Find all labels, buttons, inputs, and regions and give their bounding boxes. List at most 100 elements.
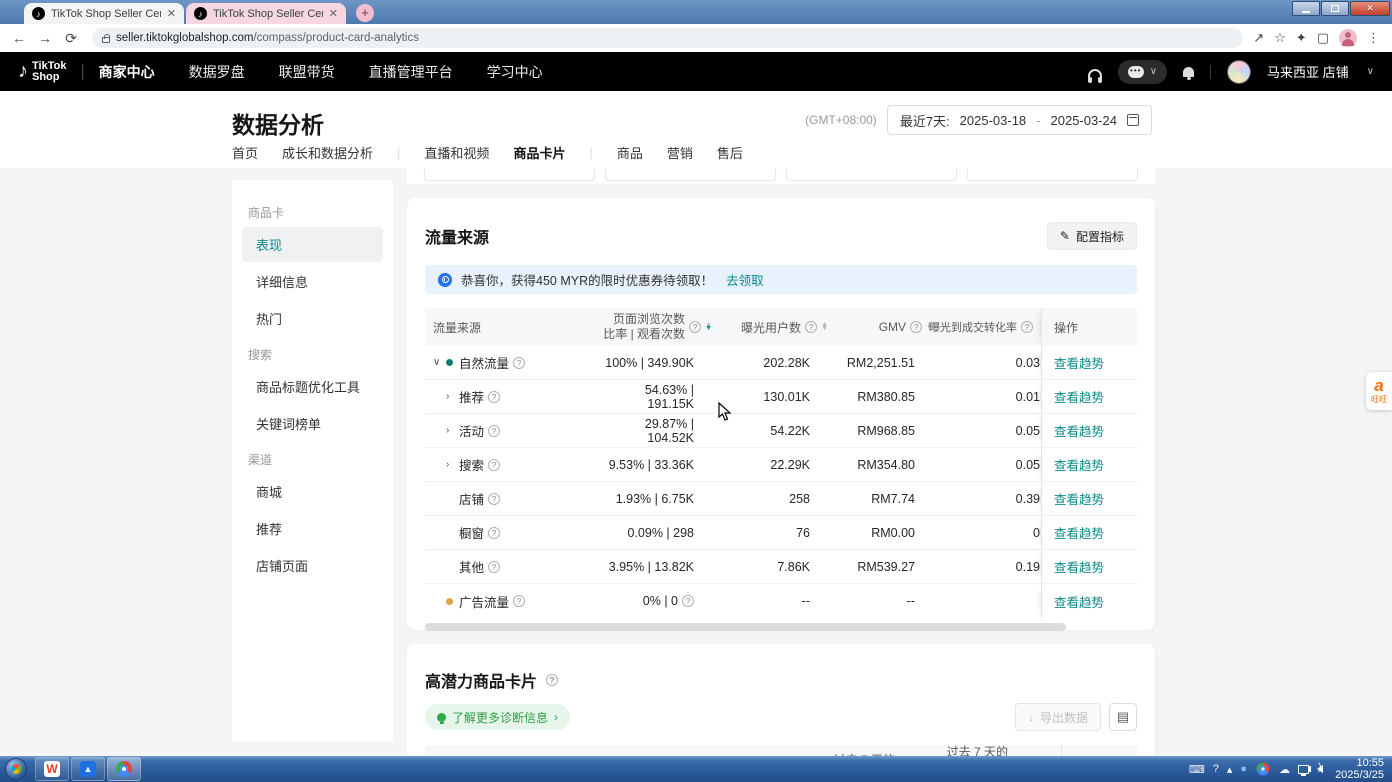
col-label: 页面浏览次数比率 | 观看次数 [603,312,685,342]
taskbar-meeting-app[interactable]: ▲ [71,757,105,781]
sidebar-item-keyword-ranking[interactable]: 关键词榜单 [242,406,383,441]
app-tray-icon[interactable]: ● [1240,763,1247,775]
view-trend-link[interactable]: 查看趋势 [1054,557,1104,576]
tab-product-card[interactable]: 商品卡片 [513,143,565,171]
collapse-icon[interactable]: ∨ [433,357,446,368]
nav-item-learning[interactable]: 学习中心 [487,62,543,82]
view-trend-link[interactable]: 查看趋势 [1054,489,1104,508]
help-icon[interactable]: ? [488,391,500,403]
side-panel-icon[interactable]: ▢ [1317,30,1329,46]
tab-product[interactable]: 商品 [617,143,643,171]
date-range-picker[interactable]: 最近7天: 2025-03-18 - 2025-03-24 [887,105,1152,135]
sidebar-section-search: 搜索 [248,346,377,363]
sort-icon[interactable]: ▲▼ [821,323,828,332]
sidebar-item-shop-page[interactable]: 店铺页面 [242,548,383,583]
message-pill[interactable]: ••• ∨ [1118,60,1167,84]
close-button[interactable]: ✕ [1350,1,1390,16]
col-pageview-ratio[interactable]: 页面浏览次数比率 | 观看次数 ? ▲▼ [595,308,720,346]
sidebar-item-details[interactable]: 详细信息 [242,264,383,299]
minimize-button[interactable] [1292,1,1320,16]
nav-item-affiliate[interactable]: 联盟带货 [279,62,335,82]
help-icon[interactable]: ? [488,493,500,505]
sidebar-item-trending[interactable]: 热门 [242,301,383,336]
help-icon[interactable]: ? [488,527,500,539]
view-trend-link[interactable]: 查看趋势 [1054,353,1104,372]
help-tray-icon[interactable]: ? [1213,763,1219,775]
tab-live-video[interactable]: 直播和视频 [424,143,489,171]
col-conversion-rate[interactable]: 曝光到成交转化率 ? [941,315,1041,339]
view-trend-link[interactable]: 查看趋势 [1054,592,1104,611]
tab-growth-analytics[interactable]: 成长和数据分析 [282,143,373,171]
calendar-icon [1127,114,1139,126]
keyboard-tray-icon[interactable]: ⌨ [1189,763,1205,776]
browser-tab-2[interactable]: ♪ TikTok Shop Seller Center | Cr ✕ [186,3,346,24]
browser-menu-icon[interactable]: ⋮ [1367,30,1380,46]
tab-marketing[interactable]: 营销 [667,143,693,171]
maximize-button[interactable] [1321,1,1349,16]
expand-icon[interactable]: › [446,459,459,470]
aliwangwang-float-widget[interactable]: a 旺旺 [1366,372,1392,410]
browser-tab-1[interactable]: ♪ TikTok Shop Seller Center | Cr ✕ [24,3,184,24]
extensions-icon[interactable]: ✦ [1296,30,1307,46]
help-icon[interactable]: ? [910,321,922,333]
col-gmv[interactable]: GMV ? ▲▼ [836,316,941,338]
refresh-icon[interactable]: ⟳ [60,30,82,47]
diagnose-pill[interactable]: 了解更多诊断信息 › [425,704,570,730]
help-icon[interactable]: ? [689,321,701,333]
tiktok-shop-logo[interactable]: ♪ TikTokShop [18,60,66,83]
sidebar-item-title-optimizer[interactable]: 商品标题优化工具 [242,369,383,404]
view-trend-link[interactable]: 查看趋势 [1054,523,1104,542]
start-button[interactable] [5,758,27,780]
help-icon[interactable]: ? [513,595,525,607]
forward-icon[interactable]: → [34,30,56,46]
share-icon[interactable]: ↗ [1253,30,1264,46]
view-trend-link[interactable]: 查看趋势 [1054,387,1104,406]
help-icon[interactable]: ? [1021,321,1033,333]
configure-metrics-button[interactable]: ✎ 配置指标 [1047,222,1137,250]
bookmark-star-icon[interactable]: ☆ [1274,30,1286,46]
new-tab-button[interactable]: + [356,4,374,22]
export-data-button[interactable]: ↓ 导出数据 [1015,703,1101,731]
sidebar-item-recommend[interactable]: 推荐 [242,511,383,546]
help-icon[interactable]: ? [488,561,500,573]
volume-tray-icon[interactable] [1317,765,1323,773]
tab-close-icon[interactable]: ✕ [329,7,338,20]
nav-item-seller-center[interactable]: 商家中心 [99,62,155,82]
taskbar-chrome-app[interactable] [107,757,141,781]
address-bar[interactable]: seller.tiktokglobalshop.com/compass/prod… [92,28,1243,48]
shop-name[interactable]: 马来西亚 店铺 [1267,62,1349,81]
cloud-tray-icon[interactable]: ☁ [1279,763,1290,776]
list-view-button[interactable]: ▤ [1109,703,1137,731]
expand-icon[interactable]: › [446,391,459,402]
expand-icon[interactable]: › [446,425,459,436]
tab-home[interactable]: 首页 [232,143,258,171]
help-icon[interactable]: ? [513,357,525,369]
chrome-tray-icon[interactable] [1257,763,1270,776]
sort-icon[interactable]: ▲▼ [705,323,712,332]
sidebar-item-performance[interactable]: 表现 [242,227,383,262]
nav-item-data-compass[interactable]: 数据罗盘 [189,62,245,82]
horizontal-scrollbar[interactable] [425,623,1137,631]
shop-avatar[interactable] [1227,60,1251,84]
claim-coupon-link[interactable]: 去领取 [726,270,764,289]
view-trend-link[interactable]: 查看趋势 [1054,421,1104,440]
taskbar-wps-app[interactable]: W [35,757,69,781]
nav-item-live-manage[interactable]: 直播管理平台 [369,62,453,82]
sidebar-item-mall[interactable]: 商城 [242,474,383,509]
tab-aftersale[interactable]: 售后 [717,143,743,171]
help-icon[interactable]: ? [488,459,500,471]
scrollbar-thumb[interactable] [425,623,1066,631]
support-headset-icon[interactable] [1088,69,1102,78]
view-trend-link[interactable]: 查看趋势 [1054,455,1104,474]
help-icon[interactable]: ? [488,425,500,437]
notifications-bell-icon[interactable] [1183,67,1194,77]
profile-avatar[interactable] [1339,29,1357,47]
help-icon[interactable]: ? [682,595,694,607]
tray-expand-icon[interactable]: ▴ [1227,763,1233,776]
help-icon[interactable]: ? [805,321,817,333]
taskbar-clock[interactable]: 10:55 2025/3/25 [1335,757,1384,781]
col-impression-users[interactable]: 曝光用户数 ? ▲▼ [720,315,836,340]
tab-close-icon[interactable]: ✕ [167,7,176,20]
back-icon[interactable]: ← [8,30,30,46]
help-icon[interactable]: ? [546,674,558,686]
